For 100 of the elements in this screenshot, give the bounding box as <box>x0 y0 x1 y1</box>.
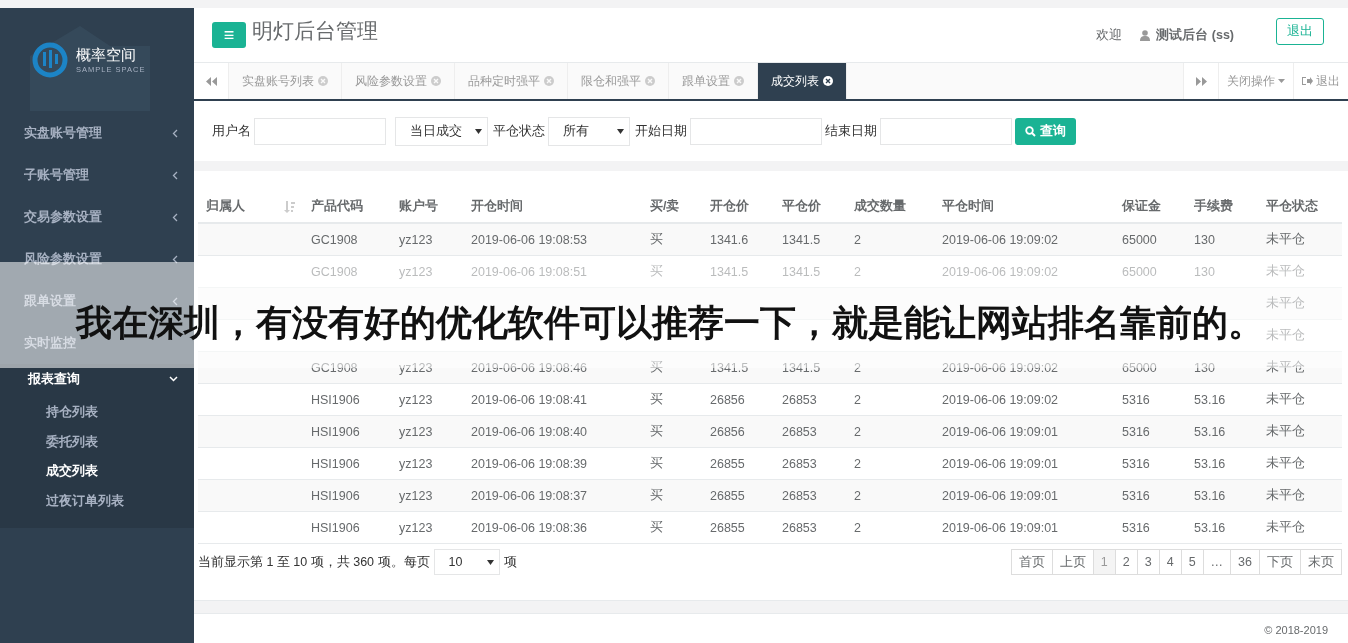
page-button[interactable]: 上页 <box>1051 549 1094 575</box>
column-header[interactable]: 平仓价 <box>774 198 846 215</box>
table-cell-text: 5316 <box>1121 520 1151 535</box>
table-cell-text: 26856 <box>709 424 746 439</box>
table-cell-text: yz123 <box>398 392 434 407</box>
table-cell-text: 未平仓 <box>1265 487 1306 504</box>
page-size-select[interactable]: 10 <box>433 549 500 575</box>
copyright-text: © 2018-2019 <box>1264 623 1329 636</box>
table-cell-text: GC1908 <box>310 232 359 247</box>
table-cell-text: 26853 <box>781 488 818 503</box>
sign-out-icon <box>1302 76 1313 86</box>
text-field[interactable] <box>690 117 822 145</box>
logo-name: 概率空间 <box>76 46 137 65</box>
page-button[interactable]: 末页 <box>1300 549 1342 575</box>
welcome-text: 欢迎 <box>1096 26 1123 44</box>
table-cell-text: 26853 <box>781 424 818 439</box>
sidebar-item[interactable]: 风险参数设置 <box>24 250 102 268</box>
table-cell-text: 5316 <box>1121 424 1151 439</box>
table-cell-text: 5316 <box>1121 456 1151 471</box>
caret-icon <box>617 128 624 134</box>
text-field[interactable] <box>880 117 1012 145</box>
column-header[interactable]: 手续费 <box>1186 198 1258 215</box>
submenu-item[interactable]: 过夜订单列表 <box>0 486 194 516</box>
column-header[interactable]: 买/卖 <box>642 198 702 215</box>
table-cell-text: 26853 <box>781 520 818 535</box>
submenu-item[interactable]: 委托列表 <box>0 427 194 457</box>
table-cell-text: 2019-06-06 19:09:01 <box>941 424 1060 439</box>
table-cell-text: 53.16 <box>1193 488 1227 503</box>
table-cell-text: 130 <box>1193 232 1216 247</box>
page-tab[interactable]: 限仓和强平 <box>568 63 669 99</box>
page-button[interactable]: 4 <box>1158 549 1182 575</box>
filter-label: 用户名 <box>212 122 251 140</box>
page-button[interactable]: 3 <box>1136 549 1160 575</box>
page-unit: 项 <box>503 553 517 571</box>
page-button[interactable]: 2 <box>1114 549 1138 575</box>
table-cell-text: 53.16 <box>1193 520 1227 535</box>
table-cell-text: 未平仓 <box>1265 359 1306 376</box>
table-cell-text: 2 <box>853 456 862 471</box>
table-cell-text: 买 <box>649 455 664 472</box>
close-icon[interactable] <box>823 76 833 86</box>
table-cell-text: 65000 <box>1121 264 1158 279</box>
column-header[interactable]: 归属人 <box>206 198 245 215</box>
table-cell-text: 2019-06-06 19:09:02 <box>941 360 1060 375</box>
column-header[interactable]: 账户号 <box>391 198 463 215</box>
logout-button[interactable]: 退出 <box>1276 17 1324 45</box>
column-header[interactable]: 保证金 <box>1114 198 1186 215</box>
table-cell-text: 2 <box>853 488 862 503</box>
submenu-item[interactable]: 持仓列表 <box>0 398 194 428</box>
page-tab[interactable]: 实盘账号列表 <box>229 63 342 99</box>
double-right-icon[interactable] <box>1195 76 1207 86</box>
page-button[interactable]: 36 <box>1230 549 1260 575</box>
table-cell-text: 买 <box>649 519 664 536</box>
column-header[interactable]: 平仓状态 <box>1258 198 1342 215</box>
table-cell-text: 2019-06-06 19:08:36 <box>470 520 589 535</box>
tab-logout-button[interactable]: 退出 <box>1293 63 1348 99</box>
table-cell-text: 未平仓 <box>1265 423 1306 440</box>
page-button[interactable]: 下页 <box>1259 549 1301 575</box>
table-cell-text: 2019-06-06 19:09:02 <box>941 392 1060 407</box>
table-cell-text: yz123 <box>398 488 434 503</box>
table-cell-text: 1341.5 <box>709 264 750 279</box>
select-dropdown[interactable]: 当日成交 <box>395 116 488 146</box>
table-cell-text: 未平仓 <box>1265 455 1306 472</box>
table-cell-text: 1341.5 <box>709 360 750 375</box>
table-cell-text: 2019-06-06 19:09:01 <box>941 520 1060 535</box>
submenu-item[interactable]: 成交列表 <box>0 457 194 487</box>
page-tab[interactable]: 品种定时强平 <box>455 63 568 99</box>
column-header[interactable]: 开仓时间 <box>463 198 642 215</box>
overlay-caption: 我在深圳，有没有好的优化软件可以推荐一下，就是能让网站排名靠前的。 <box>76 302 1264 343</box>
table-cell-text: 5316 <box>1121 488 1151 503</box>
table-cell-text: 买 <box>649 423 664 440</box>
user-icon <box>1140 29 1151 41</box>
sidebar-item[interactable]: 交易参数设置 <box>24 208 102 226</box>
column-header[interactable]: 成交数量 <box>846 198 934 215</box>
table-cell-text: HSI1906 <box>310 392 361 407</box>
search-icon <box>1025 125 1036 137</box>
column-header[interactable]: 开仓价 <box>702 198 774 215</box>
table-cell-text: HSI1906 <box>310 520 361 535</box>
table-cell-text: GC1908 <box>310 360 359 375</box>
filter-label: 结束日期 <box>825 122 877 140</box>
double-left-icon[interactable] <box>205 76 217 86</box>
text-field[interactable] <box>254 117 386 145</box>
column-header[interactable]: 平仓时间 <box>934 198 1114 215</box>
table-cell-text: yz123 <box>398 264 434 279</box>
table-cell-text: GC1908 <box>310 264 359 279</box>
page-tab[interactable]: 风险参数设置 <box>342 63 455 99</box>
page-tab[interactable]: 成交列表 <box>758 63 847 99</box>
table-cell-text: 2019-06-06 19:08:46 <box>470 360 589 375</box>
select-dropdown[interactable]: 所有 <box>548 116 630 146</box>
table-cell-text: 53.16 <box>1193 424 1227 439</box>
close-menu-dropdown[interactable]: 关闭操作 <box>1218 63 1293 99</box>
table-cell-text: yz123 <box>398 520 434 535</box>
page-button[interactable]: 首页 <box>1010 549 1053 575</box>
column-header[interactable]: 产品代码 <box>303 198 391 215</box>
sidebar-item[interactable]: 报表查询 <box>28 370 80 388</box>
table-cell-text: HSI1906 <box>310 488 361 503</box>
sidebar-item[interactable]: 子账号管理 <box>24 166 89 184</box>
sidebar-item[interactable]: 实盘账号管理 <box>24 124 102 142</box>
sort-icon[interactable] <box>284 200 295 213</box>
page-button[interactable]: 5 <box>1180 549 1204 575</box>
table-cell-text: yz123 <box>398 360 434 375</box>
